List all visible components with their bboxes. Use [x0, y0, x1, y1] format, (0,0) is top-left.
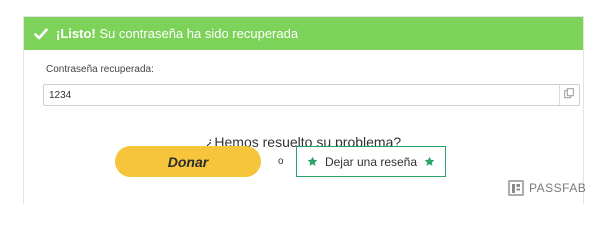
or-separator: o	[278, 156, 284, 167]
brand-watermark: PASSFAB	[508, 180, 586, 196]
donate-button[interactable]: Donar	[115, 146, 261, 177]
star-icon	[424, 156, 435, 167]
brand-name: PASSFAB	[529, 181, 587, 195]
leave-review-button[interactable]: Dejar una reseña	[296, 146, 446, 177]
success-message: ¡Listo! Su contraseña ha sido recuperada	[56, 26, 298, 41]
check-icon	[34, 26, 50, 42]
copy-button[interactable]	[559, 85, 579, 105]
donate-label: Donar	[167, 153, 209, 170]
star-icon	[307, 156, 318, 167]
success-message-text: Su contraseña ha sido recuperada	[95, 26, 299, 41]
recovered-password-input[interactable]	[44, 85, 559, 105]
passfab-logo-icon	[508, 180, 524, 196]
success-message-strong: ¡Listo!	[56, 26, 96, 41]
review-label: Dejar una reseña	[324, 154, 418, 169]
copy-icon	[564, 86, 575, 104]
recovered-password-field	[43, 84, 580, 106]
recovered-password-label: Contraseña recuperada:	[46, 64, 154, 75]
success-banner: ¡Listo! Su contraseña ha sido recuperada	[24, 17, 583, 50]
